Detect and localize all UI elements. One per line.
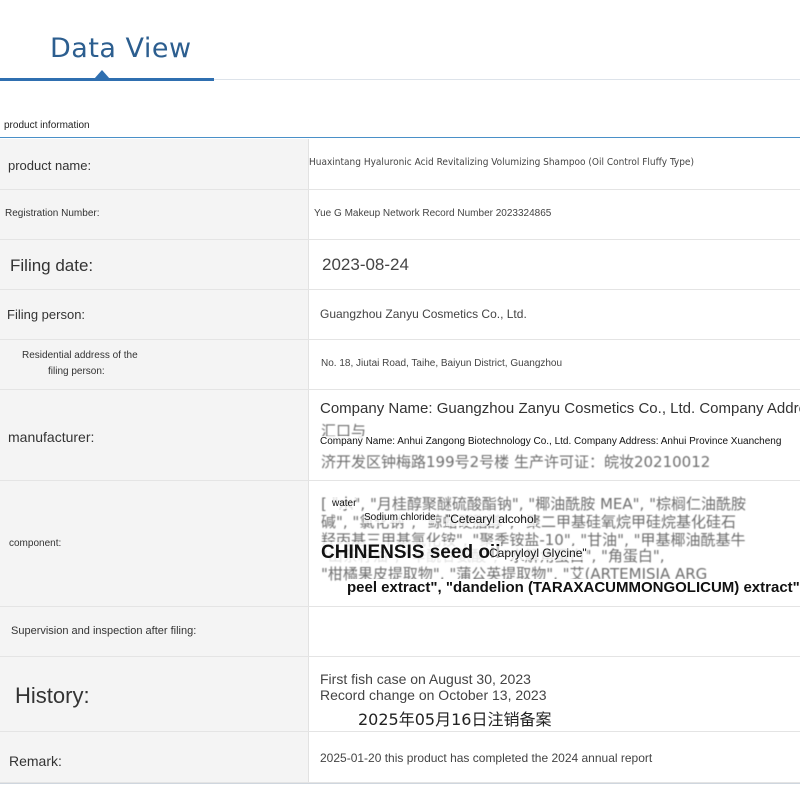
filing-person-value: Guangzhou Zanyu Cosmetics Co., Ltd. xyxy=(320,307,527,321)
registration-number-label: Registration Number: xyxy=(5,208,100,219)
row-label-cell: manufacturer: xyxy=(0,390,309,480)
product-name-label: product name: xyxy=(8,158,92,173)
row-value-cell: 2025-01-20 this product has completed th… xyxy=(309,732,800,782)
row-label-cell: Filing person: xyxy=(0,290,309,339)
page-title: Data View xyxy=(50,33,192,64)
row-value-cell xyxy=(309,607,800,656)
row-label-cell: Remark: xyxy=(0,732,309,782)
row-value-cell: No. 18, Jiutai Road, Taihe, Baiyun Distr… xyxy=(309,340,800,389)
table-row-product-name: product name: Huaxintang Hyaluronic Acid… xyxy=(0,139,800,190)
table-row-supervision: Supervision and inspection after filing: xyxy=(0,607,800,657)
history-label: History: xyxy=(15,683,90,708)
component-peel-overlay: peel extract", "dandelion (TARAXACUMMONG… xyxy=(347,579,800,596)
component-label: component: xyxy=(9,538,62,549)
table-row-remark: Remark: 2025-01-20 this product has comp… xyxy=(0,732,800,783)
row-value-cell: Company Name: Guangzhou Zanyu Cosmetics … xyxy=(309,390,800,480)
row-label-cell: Filing date: xyxy=(0,240,309,289)
supervision-label: Supervision and inspection after filing: xyxy=(11,625,197,637)
row-label-cell: Residential address of the filing person… xyxy=(0,340,309,389)
row-label-cell: History: xyxy=(0,657,309,731)
row-value-cell: Yue G Makeup Network Record Number 20233… xyxy=(309,190,800,239)
filing-date-value: 2023-08-24 xyxy=(322,255,409,274)
row-value-cell: Huaxintang Hyaluronic Acid Revitalizing … xyxy=(309,139,800,189)
registration-number-value: Yue G Makeup Network Record Number 20233… xyxy=(314,208,552,219)
product-name-value: Huaxintang Hyaluronic Acid Revitalizing … xyxy=(309,157,694,168)
section-title: product information xyxy=(4,120,90,131)
remark-label: Remark: xyxy=(9,753,62,769)
table-row-registration-number: Registration Number: Yue G Makeup Networ… xyxy=(0,190,800,240)
component-water-overlay: water xyxy=(332,498,357,509)
manufacturer-line1: Company Name: Guangzhou Zanyu Cosmetics … xyxy=(320,400,800,417)
history-line3: 2025年05月16日注销备案 xyxy=(358,710,552,729)
history-line2: Record change on October 13, 2023 xyxy=(320,687,547,703)
filing-date-label: Filing date: xyxy=(10,256,94,275)
row-value-cell: [ "水", "月桂醇聚醚硫酸酯钠", "椰油酰胺 MEA", "棕榈仁油酰胺 … xyxy=(309,481,800,606)
manufacturer-overlay: Company Name: Anhui Zangong Biotechnolog… xyxy=(320,436,782,447)
table-row-filing-date: Filing date: 2023-08-24 xyxy=(0,240,800,290)
table-row-residential-address: Residential address of the filing person… xyxy=(0,340,800,390)
table-row-history: History: First fish case on August 30, 2… xyxy=(0,657,800,732)
residential-address-label-line2: filing person: xyxy=(48,366,105,377)
row-value-cell: First fish case on August 30, 2023 Recor… xyxy=(309,657,800,731)
component-chinensis-overlay: CHINENSIS seed oil xyxy=(321,542,501,564)
residential-address-label-line1: Residential address of the xyxy=(22,350,138,361)
component-capryloyl-overlay: Capryloyl Glycine" xyxy=(489,546,587,560)
row-label-cell: Registration Number: xyxy=(0,190,309,239)
manufacturer-line3: 济开发区钟梅路199号2号楼 生产许可证：皖妆20210012 xyxy=(321,453,711,471)
remark-value: 2025-01-20 this product has completed th… xyxy=(320,751,653,765)
row-label-cell: component: xyxy=(0,481,309,606)
manufacturer-label: manufacturer: xyxy=(8,429,95,445)
table-bottom-border xyxy=(0,783,800,784)
table-row-filing-person: Filing person: Guangzhou Zanyu Cosmetics… xyxy=(0,290,800,340)
header-divider xyxy=(214,79,800,80)
row-value-cell: Guangzhou Zanyu Cosmetics Co., Ltd. xyxy=(309,290,800,339)
residential-address-value: No. 18, Jiutai Road, Taihe, Baiyun Distr… xyxy=(321,358,563,369)
row-value-cell: 2023-08-24 xyxy=(309,240,800,289)
filing-person-label: Filing person: xyxy=(7,307,86,322)
section-divider xyxy=(0,137,800,138)
history-line1: First fish case on August 30, 2023 xyxy=(320,671,531,687)
table-row-manufacturer: manufacturer: Company Name: Guangzhou Za… xyxy=(0,390,800,481)
row-label-cell: Supervision and inspection after filing: xyxy=(0,607,309,656)
row-label-cell: product name: xyxy=(0,139,309,189)
table-row-component: component: [ "水", "月桂醇聚醚硫酸酯钠", "椰油酰胺 MEA… xyxy=(0,481,800,607)
active-tab-underline xyxy=(0,78,214,81)
component-cetearyl-overlay: "Cetearyl alcohol xyxy=(446,512,537,526)
component-sodium-chloride-overlay: Sodium chloride xyxy=(364,512,436,523)
header: Data View xyxy=(0,0,800,82)
